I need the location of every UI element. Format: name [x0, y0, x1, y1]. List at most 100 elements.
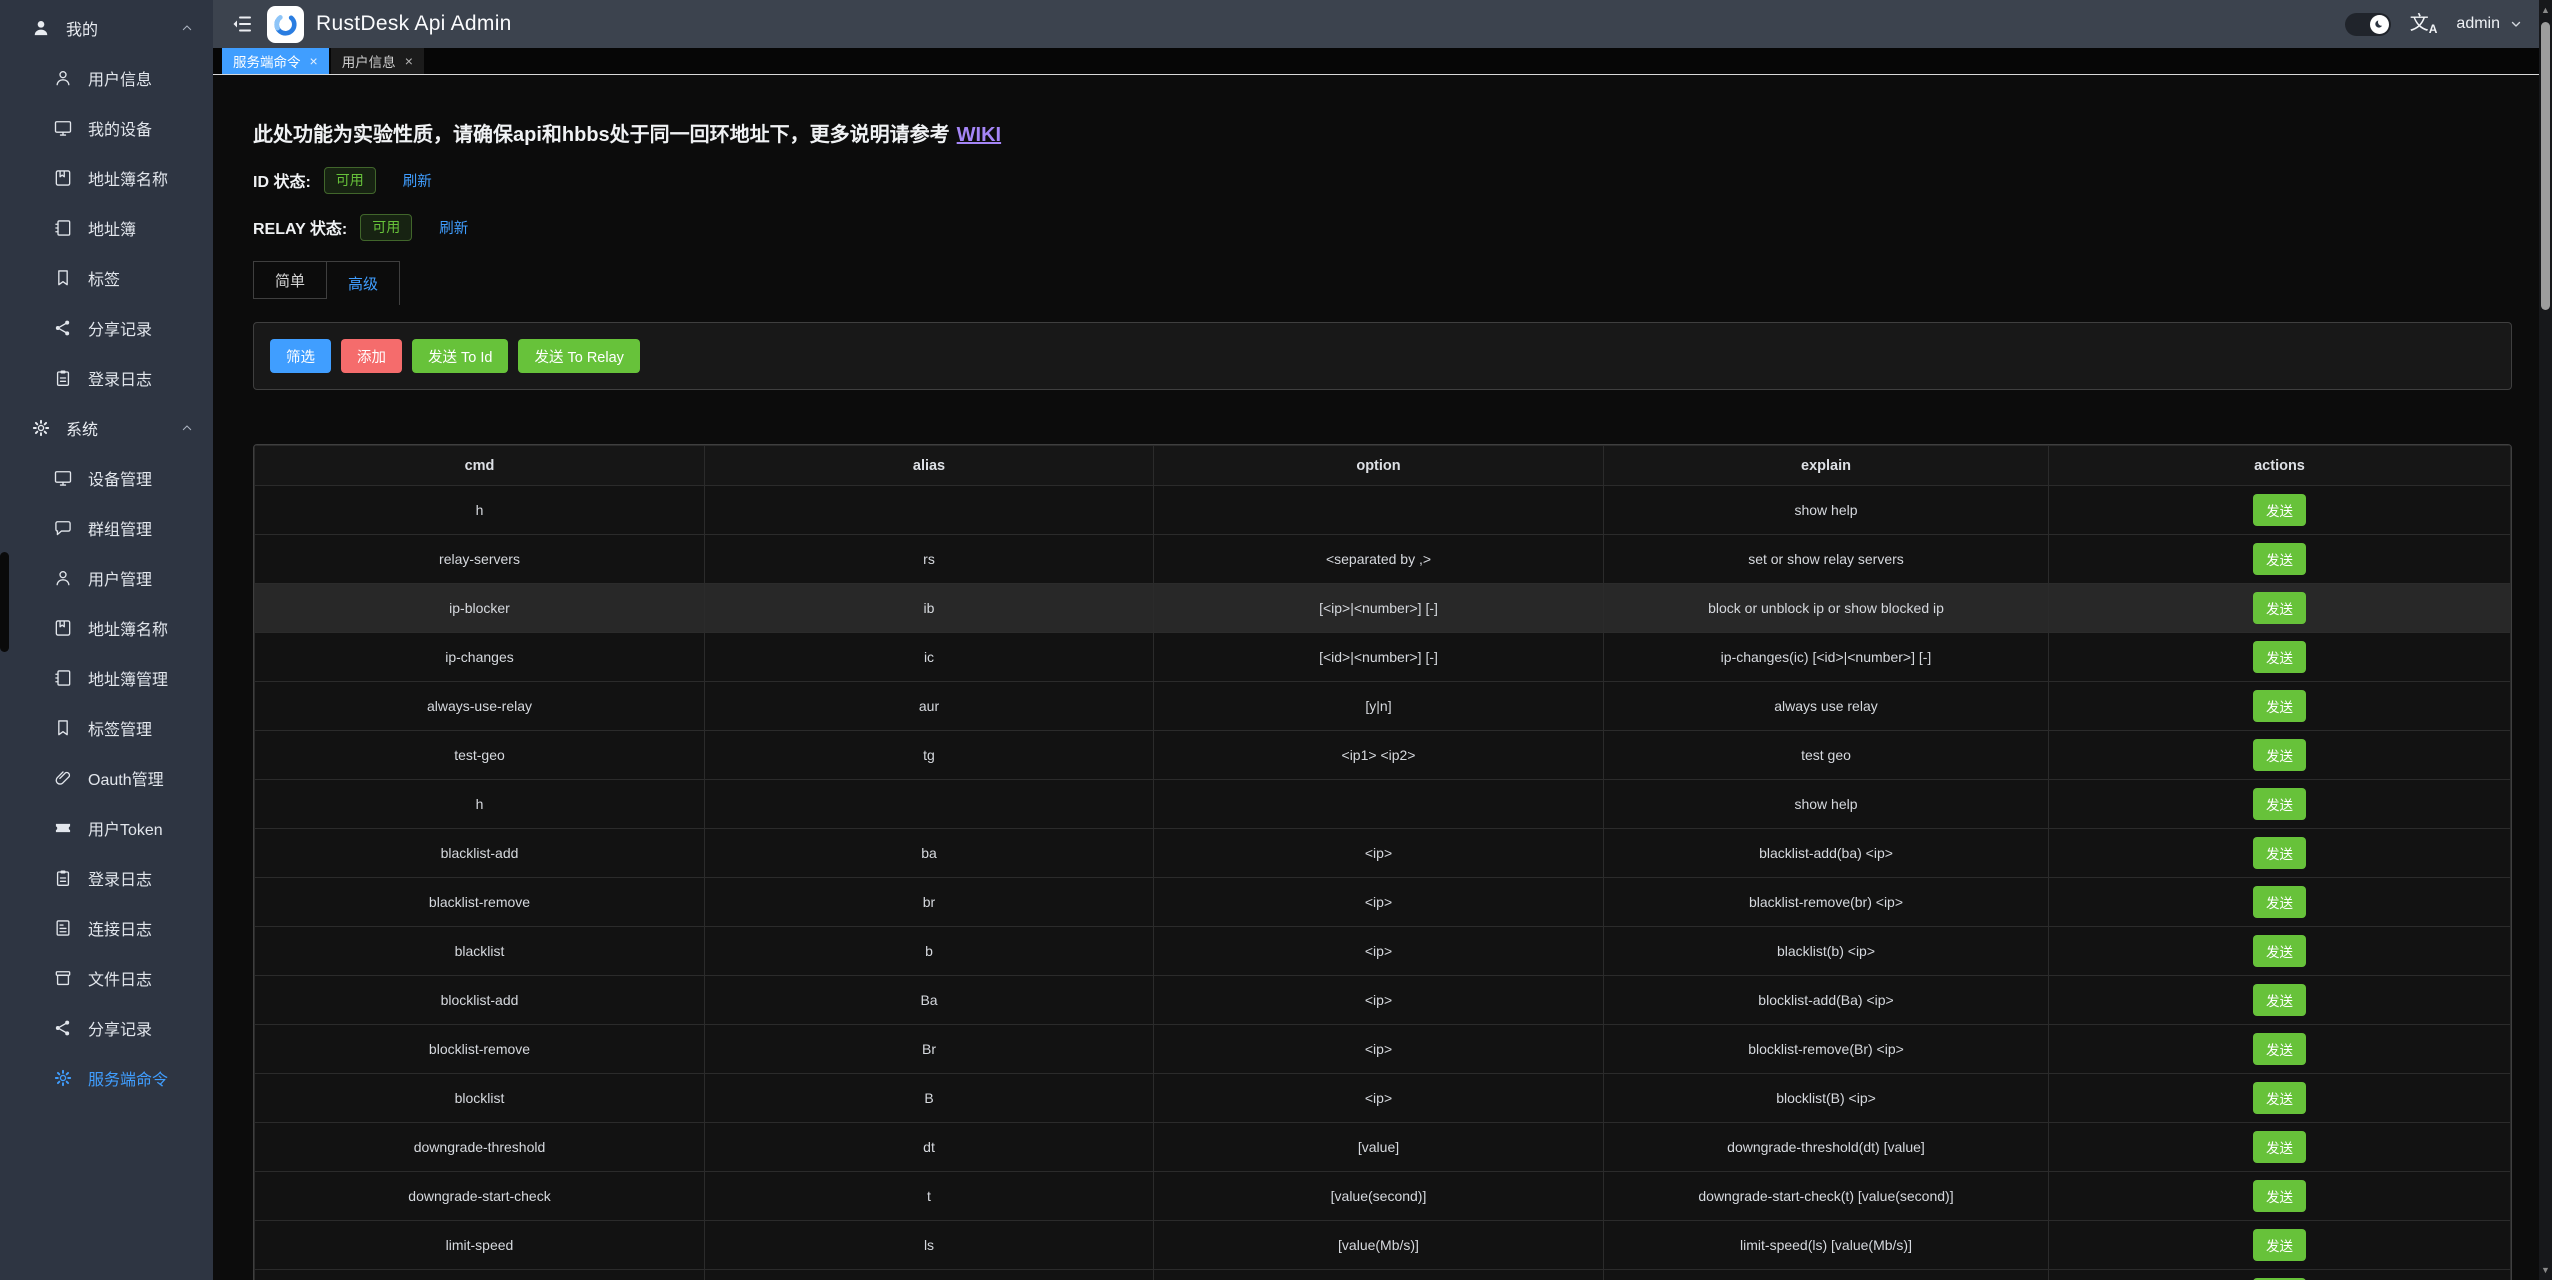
column-header: option — [1154, 446, 1604, 486]
sidebar-nav: 我的用户信息我的设备地址簿名称地址簿标签分享记录登录日志系统设备管理群组管理用户… — [0, 0, 213, 1103]
send-button[interactable]: 发送 — [2253, 1033, 2306, 1065]
sidebar-item-Oauth管理[interactable]: Oauth管理 — [0, 753, 213, 803]
sidebar-section-label: 系统 — [66, 416, 98, 440]
user-icon — [53, 68, 73, 88]
send-button[interactable]: 发送 — [2253, 641, 2306, 673]
sidebar-item-用户管理[interactable]: 用户管理 — [0, 553, 213, 603]
scrollbar-thumb[interactable] — [2541, 22, 2550, 310]
user-menu[interactable]: admin — [2456, 15, 2523, 33]
toolbar-button[interactable]: 发送 To Id — [412, 339, 508, 373]
scrollbar-up-arrow[interactable]: ▲ — [2539, 3, 2552, 17]
sidebar-item-地址簿[interactable]: 地址簿 — [0, 203, 213, 253]
cell-explain: downgrade-start-check(t) [value(second)] — [1604, 1172, 2049, 1221]
sidebar-item-登录日志[interactable]: 登录日志 — [0, 853, 213, 903]
send-button[interactable]: 发送 — [2253, 1082, 2306, 1114]
scrollbar-down-arrow[interactable]: ▼ — [2539, 1263, 2552, 1277]
sidebar-item-服务端命令[interactable]: 服务端命令 — [0, 1053, 213, 1103]
toolbar-button[interactable]: 添加 — [341, 339, 402, 373]
send-button[interactable]: 发送 — [2253, 788, 2306, 820]
send-button[interactable]: 发送 — [2253, 494, 2306, 526]
page-scrollbar[interactable]: ▲ ▼ — [2539, 0, 2552, 1280]
table-row: blocklist-removeBr<ip>blocklist-remove(B… — [255, 1025, 2511, 1074]
monitor-icon — [53, 118, 73, 138]
table-row: downgrade-thresholddt[value]downgrade-th… — [255, 1123, 2511, 1172]
relay-refresh-link[interactable]: 刷新 — [439, 217, 468, 238]
cell-actions: 发送 — [2049, 584, 2511, 633]
page-tab[interactable]: 用户信息× — [331, 48, 424, 74]
sidebar-item-连接日志[interactable]: 连接日志 — [0, 903, 213, 953]
send-button[interactable]: 发送 — [2253, 935, 2306, 967]
app-header: RustDesk Api Admin 文A admin — [213, 0, 2539, 48]
cell-alias: B — [705, 1074, 1154, 1123]
chevron-down-icon — [2509, 17, 2523, 31]
cell-actions: 发送 — [2049, 878, 2511, 927]
sidebar-item-标签[interactable]: 标签 — [0, 253, 213, 303]
cell-option: <ip> — [1154, 976, 1604, 1025]
cell-explain: show help — [1604, 780, 2049, 829]
moon-icon — [2370, 15, 2389, 34]
sidebar-item-分享记录[interactable]: 分享记录 — [0, 1003, 213, 1053]
sidebar-section-header[interactable]: 我的 — [0, 3, 213, 53]
sidebar-item-标签管理[interactable]: 标签管理 — [0, 703, 213, 753]
send-button[interactable]: 发送 — [2253, 886, 2306, 918]
cell-actions: 发送 — [2049, 486, 2511, 535]
sidebar-item-我的设备[interactable]: 我的设备 — [0, 103, 213, 153]
sidebar-item-地址簿名称[interactable]: 地址簿名称 — [0, 603, 213, 653]
page-title: RustDesk Api Admin — [316, 12, 512, 36]
send-button[interactable]: 发送 — [2253, 543, 2306, 575]
send-button[interactable]: 发送 — [2253, 1229, 2306, 1261]
send-button[interactable]: 发送 — [2253, 690, 2306, 722]
cell-cmd: downgrade-start-check — [255, 1172, 705, 1221]
mode-tab[interactable]: 高级 — [327, 261, 400, 305]
toolbar-button[interactable]: 发送 To Relay — [518, 339, 639, 373]
sidebar-item-设备管理[interactable]: 设备管理 — [0, 453, 213, 503]
cell-explain: blocklist-remove(Br) <ip> — [1604, 1025, 2049, 1074]
id-refresh-link[interactable]: 刷新 — [403, 170, 432, 191]
cell-explain: ip-changes(ic) [<id>|<number>] [-] — [1604, 633, 2049, 682]
sidebar-item-label: 用户Token — [88, 816, 163, 840]
clipboard-icon — [53, 368, 73, 388]
sidebar-item-群组管理[interactable]: 群组管理 — [0, 503, 213, 553]
cell-cmd: blocklist-add — [255, 976, 705, 1025]
sidebar-item-用户Token[interactable]: 用户Token — [0, 803, 213, 853]
main-content: 此处功能为实验性质，请确保api和hbbs处于同一回环地址下，更多说明请参考WI… — [213, 76, 2539, 1280]
send-button[interactable]: 发送 — [2253, 739, 2306, 771]
close-icon[interactable]: × — [405, 53, 413, 69]
id-status-row: ID 状态: 可用 刷新 — [253, 166, 2512, 194]
translate-icon[interactable]: 文A — [2410, 14, 2438, 35]
sidebar-collapse-icon[interactable] — [230, 12, 254, 36]
mode-tab[interactable]: 简单 — [253, 261, 327, 299]
sidebar-section-header[interactable]: 系统 — [0, 403, 213, 453]
sidebar-item-地址簿名称[interactable]: 地址簿名称 — [0, 153, 213, 203]
book-icon — [53, 168, 73, 188]
sidebar-item-地址簿管理[interactable]: 地址簿管理 — [0, 653, 213, 703]
document-icon — [53, 918, 73, 938]
close-icon[interactable]: × — [310, 53, 318, 69]
sidebar-item-label: 用户信息 — [88, 66, 152, 90]
send-button[interactable]: 发送 — [2253, 592, 2306, 624]
sidebar-item-label: 标签管理 — [88, 716, 152, 740]
send-button[interactable]: 发送 — [2253, 1180, 2306, 1212]
cell-alias: rs — [705, 535, 1154, 584]
cell-explain: downgrade-threshold(dt) [value] — [1604, 1123, 2049, 1172]
send-button[interactable]: 发送 — [2253, 1131, 2306, 1163]
table-row: limit-speedls[value(Mb/s)]limit-speed(ls… — [255, 1221, 2511, 1270]
toolbar-button[interactable]: 筛选 — [270, 339, 331, 373]
cell-option: <ip1> <ip2> — [1154, 731, 1604, 780]
sidebar-item-label: 服务端命令 — [88, 1066, 168, 1090]
sidebar-item-分享记录[interactable]: 分享记录 — [0, 303, 213, 353]
sidebar-item-用户信息[interactable]: 用户信息 — [0, 53, 213, 103]
page-tab[interactable]: 服务端命令× — [222, 48, 329, 74]
table-row: blocklist-addBa<ip>blocklist-add(Ba) <ip… — [255, 976, 2511, 1025]
sidebar-item-登录日志[interactable]: 登录日志 — [0, 353, 213, 403]
dark-mode-toggle[interactable] — [2345, 13, 2391, 36]
cell-actions: 发送 — [2049, 927, 2511, 976]
wiki-link[interactable]: WIKI — [957, 124, 1001, 146]
send-button[interactable]: 发送 — [2253, 984, 2306, 1016]
cell-alias: Br — [705, 1025, 1154, 1074]
send-button[interactable]: 发送 — [2253, 837, 2306, 869]
cell-cmd: h — [255, 780, 705, 829]
sidebar-item-文件日志[interactable]: 文件日志 — [0, 953, 213, 1003]
cell-option: [<id>|<number>] [-] — [1154, 633, 1604, 682]
sidebar-scrollbar-thumb[interactable] — [0, 552, 9, 652]
